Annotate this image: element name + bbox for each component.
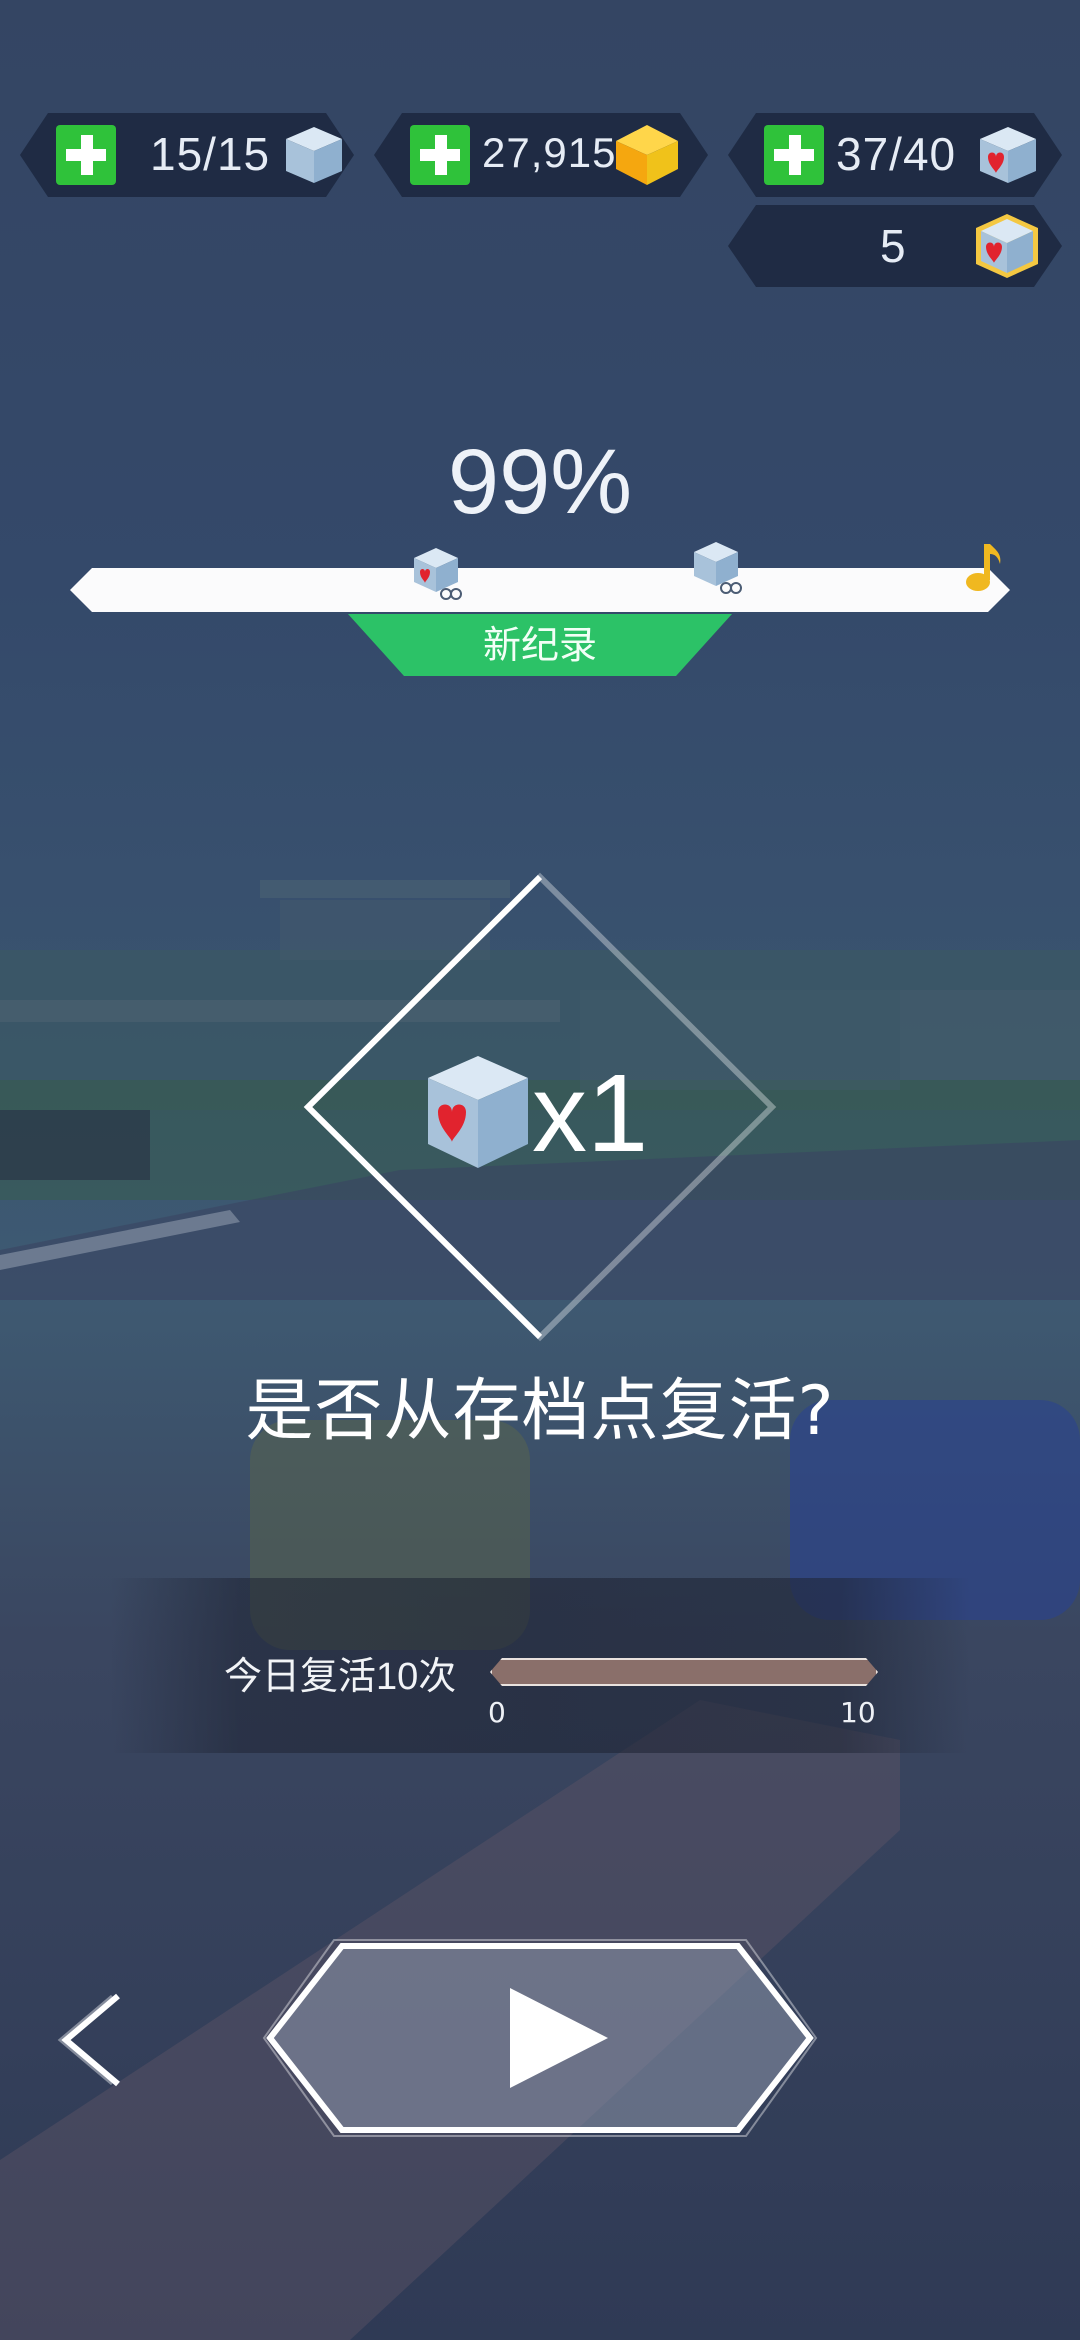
play-button[interactable] <box>262 1938 818 2138</box>
hearts-value: 37/40 <box>836 128 957 180</box>
gems-value: 27,915 <box>482 129 617 176</box>
music-note-icon <box>966 544 1001 591</box>
add-hearts-button[interactable] <box>764 125 824 185</box>
revive-cube-icon <box>972 211 1042 281</box>
daily-revive-min: 0 <box>488 1696 506 1729</box>
cube-checkpoint-icon <box>694 542 742 594</box>
lives-value: 15/15 <box>150 128 271 180</box>
daily-revive-max: 10 <box>840 1696 876 1729</box>
heart-cube-checkpoint-icon <box>414 548 462 600</box>
revive-cubes-value: 5 <box>880 220 907 272</box>
add-lives-button[interactable] <box>56 125 116 185</box>
progress-percent: 99% <box>447 431 633 533</box>
heart-cube-icon <box>428 1056 528 1168</box>
hearts-counter: 37/40 <box>728 113 1062 197</box>
new-record-badge: 新纪录 <box>348 614 732 676</box>
daily-revive-label: 今日复活10次 <box>224 1654 457 1698</box>
gold-gem-icon <box>612 123 682 187</box>
lives-counter: 15/15 <box>20 113 354 197</box>
level-progress-bar <box>70 568 1010 612</box>
back-arrow-icon[interactable] <box>56 1990 136 2090</box>
daily-revive-bar <box>490 1658 878 1686</box>
revive-cubes-counter: 5 <box>728 205 1062 287</box>
revive-cost-multiplier: x1 <box>532 1052 649 1175</box>
ice-cube-icon <box>282 123 346 187</box>
heart-cube-icon <box>976 123 1040 187</box>
add-gems-button[interactable] <box>410 125 470 185</box>
revive-question: 是否从存档点复活? <box>245 1372 835 1451</box>
gems-counter: 27,915 <box>374 113 708 197</box>
